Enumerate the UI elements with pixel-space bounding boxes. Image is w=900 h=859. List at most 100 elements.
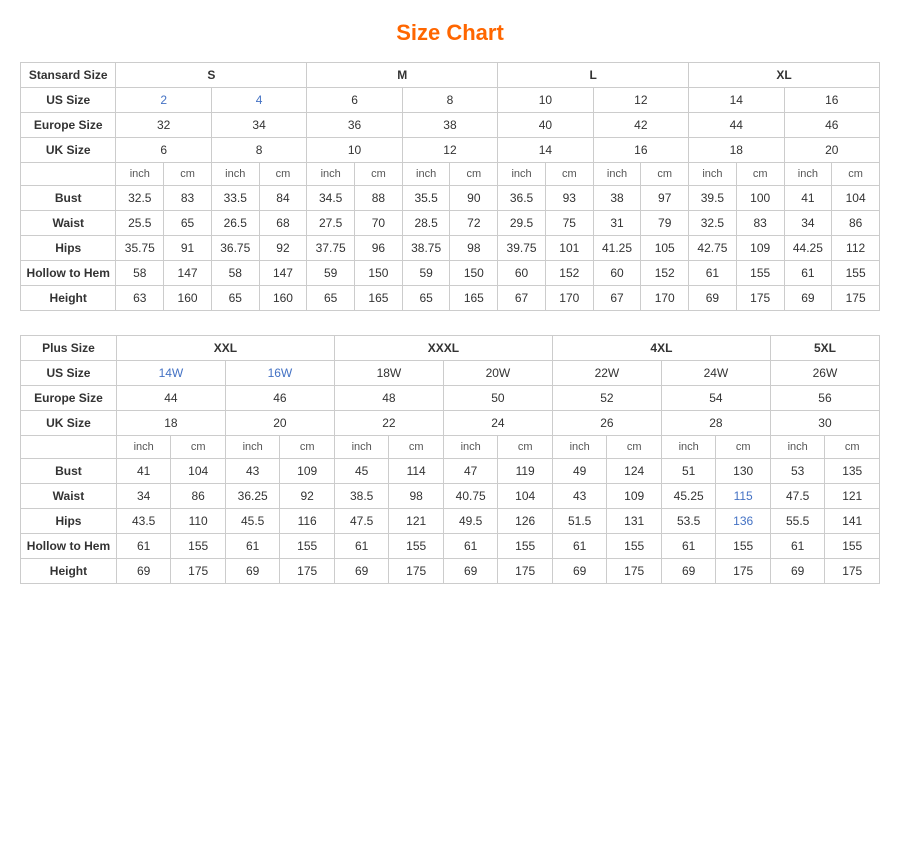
height-label: Height	[21, 286, 116, 311]
us-size-14: 14	[689, 88, 784, 113]
std-inch-cm-empty	[21, 163, 116, 186]
height-v8: 67	[498, 286, 546, 311]
plus-cm-2: cm	[389, 436, 444, 459]
plus-inch-2: inch	[334, 436, 389, 459]
plus-uk-size-label: UK Size	[21, 411, 117, 436]
plus-height-v4: 69	[334, 559, 389, 584]
plus-hollow-v11: 155	[716, 534, 771, 559]
hollow-v5: 150	[355, 261, 403, 286]
std-cm-3: cm	[450, 163, 498, 186]
bust-v15: 104	[832, 186, 880, 211]
plus-height-v9: 175	[607, 559, 662, 584]
4xl-header: 4XL	[552, 336, 770, 361]
waist-v1: 65	[164, 211, 212, 236]
bust-v11: 97	[641, 186, 689, 211]
height-v5: 165	[355, 286, 403, 311]
europe-size-label: Europe Size	[21, 113, 116, 138]
plus-hips-v11: 136	[716, 509, 771, 534]
hips-v10: 41.25	[593, 236, 641, 261]
std-inch-6: inch	[689, 163, 737, 186]
plus-height-v3: 175	[280, 559, 335, 584]
height-v12: 69	[689, 286, 737, 311]
5xl-header: 5XL	[770, 336, 879, 361]
uk-10: 10	[307, 138, 402, 163]
std-cm-1: cm	[259, 163, 307, 186]
plus-hollow-v3: 155	[280, 534, 335, 559]
height-v7: 165	[450, 286, 498, 311]
europe-38: 38	[402, 113, 497, 138]
height-v3: 160	[259, 286, 307, 311]
waist-v4: 27.5	[307, 211, 355, 236]
plus-europe-46: 46	[225, 386, 334, 411]
xxl-header: XXL	[116, 336, 334, 361]
xl-header: XL	[689, 63, 880, 88]
m-header: M	[307, 63, 498, 88]
waist-v14: 34	[784, 211, 832, 236]
plus-size-table: Plus Size XXL XXXL 4XL 5XL US Size 14W 1…	[20, 335, 880, 584]
uk-size-label: UK Size	[21, 138, 116, 163]
plus-us-20w: 20W	[443, 361, 552, 386]
plus-height-v7: 175	[498, 559, 553, 584]
hollow-v9: 152	[545, 261, 593, 286]
waist-v3: 68	[259, 211, 307, 236]
s-header: S	[116, 63, 307, 88]
plus-europe-50: 50	[443, 386, 552, 411]
plus-hollow-v8: 61	[552, 534, 607, 559]
hollow-v7: 150	[450, 261, 498, 286]
hollow-v4: 59	[307, 261, 355, 286]
plus-waist-v11: 115	[716, 484, 771, 509]
uk-16: 16	[593, 138, 688, 163]
plus-bust-v12: 53	[770, 459, 825, 484]
plus-bust-v1: 104	[171, 459, 226, 484]
plus-waist-v13: 121	[825, 484, 880, 509]
xxxl-header: XXXL	[334, 336, 552, 361]
height-v11: 170	[641, 286, 689, 311]
plus-uk-26: 26	[552, 411, 661, 436]
plus-bust-v2: 43	[225, 459, 280, 484]
plus-uk-22: 22	[334, 411, 443, 436]
plus-us-16w: 16W	[225, 361, 334, 386]
bust-v12: 39.5	[689, 186, 737, 211]
us-size-label: US Size	[21, 88, 116, 113]
hips-v12: 42.75	[689, 236, 737, 261]
plus-bust-v7: 119	[498, 459, 553, 484]
plus-inch-4: inch	[552, 436, 607, 459]
plus-hips-v1: 110	[171, 509, 226, 534]
waist-v15: 86	[832, 211, 880, 236]
std-inch-4: inch	[498, 163, 546, 186]
hips-v4: 37.75	[307, 236, 355, 261]
waist-v8: 29.5	[498, 211, 546, 236]
plus-inch-cm-empty	[21, 436, 117, 459]
plus-height-v5: 175	[389, 559, 444, 584]
standard-size-label: Stansard Size	[21, 63, 116, 88]
plus-height-v2: 69	[225, 559, 280, 584]
bust-v13: 100	[736, 186, 784, 211]
plus-bust-v0: 41	[116, 459, 171, 484]
plus-bust-v5: 114	[389, 459, 444, 484]
plus-bust-v9: 124	[607, 459, 662, 484]
standard-size-table-container: Stansard Size S M L XL US Size 2 4 6 8 1…	[20, 62, 880, 311]
hollow-v6: 59	[402, 261, 450, 286]
plus-uk-28: 28	[661, 411, 770, 436]
plus-uk-24: 24	[443, 411, 552, 436]
plus-cm-5: cm	[716, 436, 771, 459]
plus-size-table-container: Plus Size XXL XXXL 4XL 5XL US Size 14W 1…	[20, 335, 880, 584]
bust-v2: 33.5	[211, 186, 259, 211]
standard-size-table: Stansard Size S M L XL US Size 2 4 6 8 1…	[20, 62, 880, 311]
waist-label: Waist	[21, 211, 116, 236]
plus-hollow-v13: 155	[825, 534, 880, 559]
plus-hollow-v4: 61	[334, 534, 389, 559]
hollow-v10: 60	[593, 261, 641, 286]
plus-uk-30: 30	[770, 411, 879, 436]
plus-waist-v4: 38.5	[334, 484, 389, 509]
hips-v14: 44.25	[784, 236, 832, 261]
waist-v12: 32.5	[689, 211, 737, 236]
plus-hollow-v5: 155	[389, 534, 444, 559]
bust-v1: 83	[164, 186, 212, 211]
height-v14: 69	[784, 286, 832, 311]
height-v4: 65	[307, 286, 355, 311]
plus-height-v11: 175	[716, 559, 771, 584]
plus-bust-label: Bust	[21, 459, 117, 484]
plus-waist-v3: 92	[280, 484, 335, 509]
hollow-v2: 58	[211, 261, 259, 286]
